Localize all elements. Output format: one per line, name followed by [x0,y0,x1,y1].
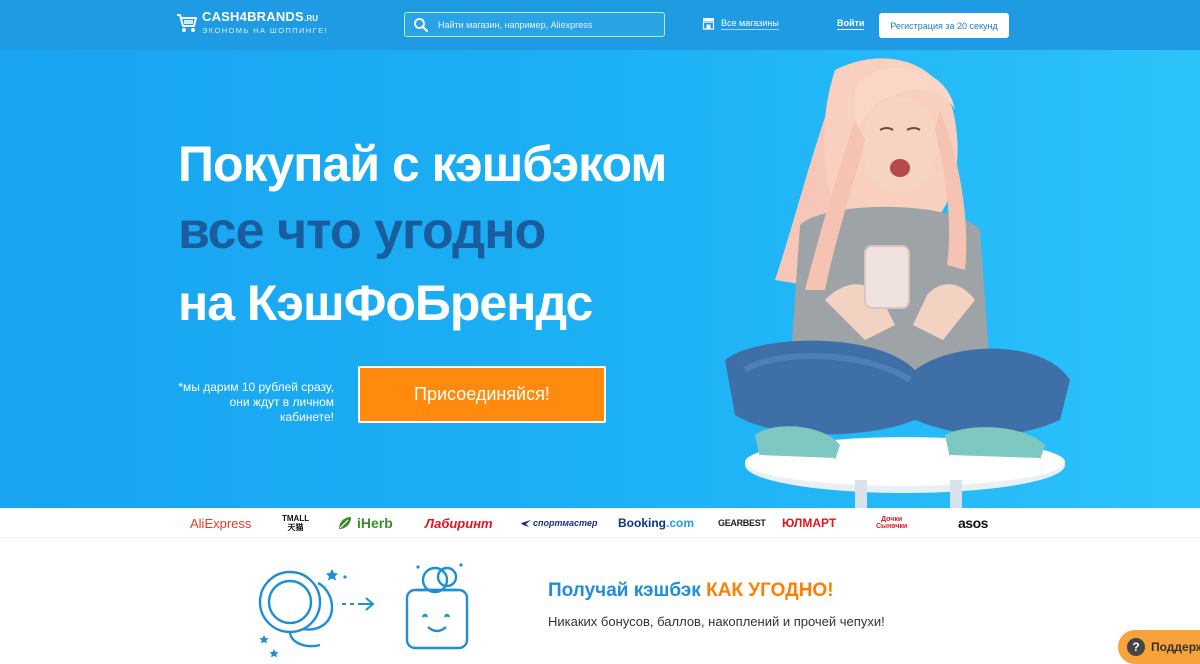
brand-dochki-synochki[interactable]: Дочки Сыночки [876,508,907,538]
hero-headline-2: все что угодно [178,202,546,260]
help-icon: ? [1127,638,1145,656]
search-input[interactable] [438,19,648,30]
brand-tmall-bottom: 天猫 [287,523,304,532]
logo-slogan: ЭКОНОМЬ НА ШОППИНГЕ! [202,26,328,35]
brand-ulmart-label: ЮЛМАРТ [782,516,837,530]
support-label: Поддерж [1151,640,1200,654]
gift-note: *мы дарим 10 рублей сразу, они ждут в ли… [176,380,334,425]
brand-labirint-label: Лабиринт [425,515,493,531]
brand-booking-tld: .com [666,516,695,530]
logo-tld: .RU [303,14,319,23]
all-stores-label: Все магазины [721,17,779,30]
sportmaster-star-icon [521,520,531,527]
site-header: CASH4BRANDS.RU ЭКОНОМЬ НА ШОППИНГЕ! Все … [0,0,1200,50]
brand-dochki-line-1: Дочки [881,516,903,523]
promo-title-accent: КАК УГОДНО! [706,580,834,601]
brand-aliexpress-label: AliExpress [190,515,252,531]
brand-iherb[interactable]: iHerb [337,508,393,538]
brand-tmall[interactable]: TMALL 天猫 [282,508,309,538]
brand-asos-label: asos [958,515,988,531]
store-icon [702,18,715,30]
cashback-promo-section: Получай кэшбэк КАК УГОДНО! Никаких бонус… [0,539,1200,664]
logo-name: CASH4BRANDS.RU [202,9,319,24]
brand-tmall-top: TMALL [282,514,310,523]
brand-iherb-label: iHerb [357,515,393,531]
brand-booking-label: Booking [618,516,666,530]
brand-sportmaster[interactable]: спортмастер [520,508,597,538]
brand-sportmaster-label: спортмастер [533,518,598,528]
gift-note-line-2: они ждут в личном кабинете! [229,395,334,424]
promo-title-main: Получай кэшбэк [548,580,707,601]
login-link[interactable]: Войти [837,18,865,30]
hero-headline-3: на КэшФоБрендс [178,275,593,331]
brand-booking[interactable]: Booking .com [618,508,694,538]
hero-girl-image [725,58,1070,508]
gift-note-line-1: *мы дарим 10 рублей сразу, [178,380,334,394]
support-widget-button[interactable]: ? Поддерж [1118,630,1200,664]
brand-ulmart[interactable]: ЮЛМАРТ [782,508,836,538]
register-button[interactable]: Регистрация за 20 секунд [879,13,1009,38]
brand-aliexpress[interactable]: AliExpress [190,508,251,538]
all-stores-link[interactable]: Все магазины [702,17,779,30]
shopping-cart-icon [177,14,197,32]
brand-gearbest-label: GEARBEST [718,518,766,528]
search-icon [414,17,428,32]
brand-dochki-line-2: Сыночки [876,523,908,530]
brand-gearbest[interactable]: GEARBEST [718,508,766,538]
promo-subtitle: Никаких бонусов, баллов, накоплений и пр… [548,614,885,629]
search-box[interactable] [404,12,665,37]
site-logo[interactable]: CASH4BRANDS.RU ЭКОНОМЬ НА ШОППИНГЕ! [176,10,328,36]
brand-labirint[interactable]: Лабиринт [425,508,493,538]
coins-to-wallet-icon [258,563,469,657]
brand-asos[interactable]: asos [958,508,988,538]
leaf-icon [339,517,351,529]
hero-banner: Покупай с кэшбэком все что угодно на Кэш… [0,50,1200,508]
promo-title: Получай кэшбэк КАК УГОДНО! [548,580,834,602]
hero-headline-1: Покупай с кэшбэком [178,136,667,192]
brands-strip: AliExpress TMALL 天猫 iHerb Лабиринт спорт… [0,508,1200,538]
join-button[interactable]: Присоединяйся! [358,366,606,423]
